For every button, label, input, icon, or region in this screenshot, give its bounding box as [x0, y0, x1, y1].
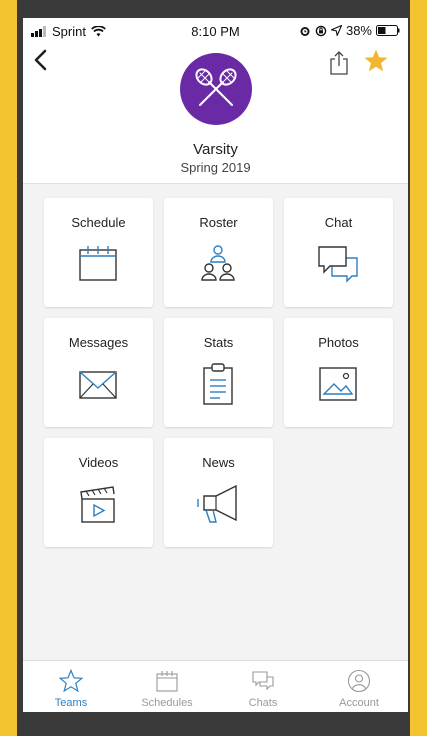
image-icon [319, 367, 357, 401]
share-button[interactable] [328, 50, 350, 81]
chat-bubbles-icon [252, 671, 274, 691]
messages-tile[interactable]: Messages [44, 318, 153, 427]
status-right: 38% [299, 23, 400, 38]
tab-label: Schedules [141, 697, 193, 709]
tile-label: Chat [324, 215, 353, 230]
team-logo [180, 53, 252, 125]
star-icon [364, 49, 388, 72]
tab-account[interactable]: Account [311, 661, 407, 712]
favorite-button[interactable] [363, 48, 389, 79]
tab-teams[interactable]: Teams [23, 661, 119, 712]
envelope-icon [79, 371, 117, 399]
lock-rotation-icon [315, 25, 327, 36]
stats-tile[interactable]: Stats [164, 318, 273, 427]
schedule-tile[interactable]: Schedule [44, 198, 153, 307]
tile-label: Photos [318, 335, 359, 350]
megaphone-icon [197, 484, 237, 523]
bottom-tab-bar: Teams Schedules Chats Account [23, 660, 408, 712]
alarm-icon [300, 26, 310, 36]
clapperboard-icon [80, 486, 115, 523]
team-header: Varsity Spring 2019 [23, 44, 408, 184]
phone-screen: Sprint 8:10 PM 38% Varsity Spring 2019 S… [23, 18, 408, 712]
tile-label: Stats [203, 335, 234, 350]
location-arrow-icon [330, 25, 342, 36]
tab-label: Teams [54, 697, 88, 709]
tile-label: Messages [68, 335, 129, 350]
roster-tile[interactable]: Roster [164, 198, 273, 307]
chat-tile[interactable]: Chat [284, 198, 393, 307]
photos-tile[interactable]: Photos [284, 318, 393, 427]
back-button[interactable] [33, 48, 49, 77]
videos-tile[interactable]: Videos [44, 438, 153, 547]
chevron-left-icon [34, 49, 47, 71]
star-outline-icon [59, 669, 83, 693]
team-name: Varsity [193, 141, 238, 158]
user-circle-icon [347, 669, 371, 693]
tile-label: Schedule [71, 215, 126, 230]
tab-label: Chats [248, 697, 278, 709]
tile-label: Videos [78, 455, 119, 470]
chat-bubbles-icon [318, 246, 358, 283]
calendar-icon [79, 246, 117, 281]
clipboard-icon [203, 363, 233, 405]
calendar-icon [156, 671, 178, 692]
team-season: Spring 2019 [180, 160, 251, 175]
feature-grid: Schedule Roster Chat Messages Stats Phot… [23, 184, 408, 660]
tab-label: Account [339, 697, 379, 709]
people-icon [201, 245, 235, 281]
tab-schedules[interactable]: Schedules [119, 661, 215, 712]
share-icon [330, 51, 348, 75]
tile-label: Roster [199, 215, 238, 230]
tab-chats[interactable]: Chats [215, 661, 311, 712]
battery-icon [376, 25, 400, 36]
status-bar: Sprint 8:10 PM 38% [23, 18, 408, 44]
tile-label: News [202, 455, 235, 470]
lacrosse-sticks-icon [195, 68, 237, 106]
news-tile[interactable]: News [164, 438, 273, 547]
battery-percent: 38% [345, 23, 372, 38]
